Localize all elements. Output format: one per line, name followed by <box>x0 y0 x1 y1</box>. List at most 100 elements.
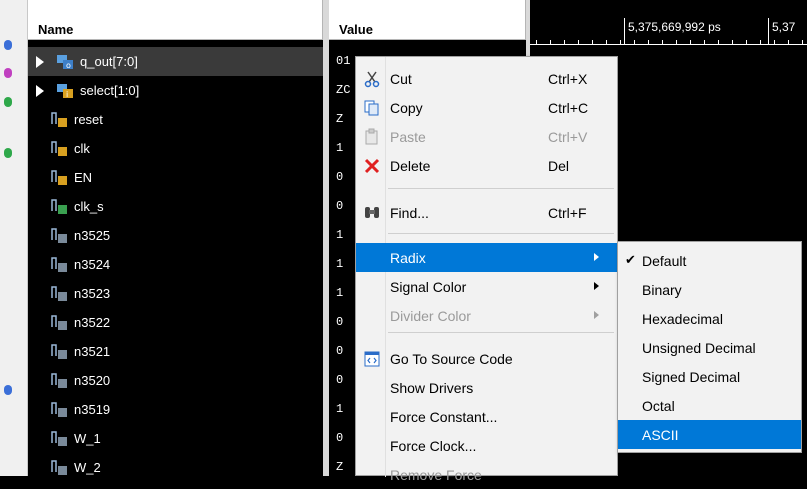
menu-item-copy[interactable]: Copy Ctrl+C <box>356 93 617 122</box>
signal-name: n3525 <box>74 228 111 243</box>
signal-row[interactable]: i select[1:0] <box>28 76 323 105</box>
ruler-major-tick <box>624 18 625 45</box>
signal-value: ZC <box>336 83 351 97</box>
menu-item-divider-color: Divider Color <box>356 301 617 330</box>
svg-text:o: o <box>66 61 71 70</box>
menu-item-label: Force Constant... <box>390 409 498 425</box>
name-header-label: Name <box>38 22 74 37</box>
value-column-header[interactable]: Value <box>329 0 526 40</box>
signal-value: Z <box>336 460 344 474</box>
menu-item-label: Remove Force <box>390 467 482 483</box>
menu-item-paste: Paste Ctrl+V <box>356 122 617 151</box>
signal-row[interactable]: W_2 <box>28 453 323 482</box>
signal-name: n3523 <box>74 286 111 301</box>
svg-text:i: i <box>66 90 68 99</box>
net-signal-icon <box>50 255 68 273</box>
delete-x-icon <box>363 157 381 175</box>
radix-option-label: Default <box>642 253 687 269</box>
menu-item-label: Find... <box>390 205 429 221</box>
signal-value: 1 <box>336 257 344 271</box>
signal-name: W_1 <box>74 431 101 446</box>
menu-item-label: Cut <box>390 71 412 87</box>
toolbar-blue-icon-2[interactable] <box>4 385 12 395</box>
net-signal-icon <box>50 313 68 331</box>
menu-item-show-drivers[interactable]: Show Drivers <box>356 373 617 402</box>
radix-option-label: Signed Decimal <box>642 369 741 385</box>
ruler-minor-tick <box>648 40 649 45</box>
toolbar-green-icon[interactable] <box>4 97 12 107</box>
bus-input-icon: i <box>56 81 74 99</box>
signal-value: 0 <box>336 315 344 329</box>
radix-option-binary[interactable]: Binary <box>618 275 801 304</box>
signal-row[interactable]: reset <box>28 105 323 134</box>
left-toolbar-strip <box>0 0 28 476</box>
signal-row[interactable]: n3523 <box>28 279 323 308</box>
signal-row[interactable]: clk <box>28 134 323 163</box>
ruler-minor-tick <box>662 40 663 45</box>
signal-name: reset <box>74 112 103 127</box>
menu-item-signal-color[interactable]: Signal Color <box>356 272 617 301</box>
checkmark-icon: ✔ <box>625 252 636 267</box>
menu-item-cut[interactable]: Cut Ctrl+X <box>356 64 617 93</box>
signal-name: clk <box>74 141 90 156</box>
radix-option-label: Binary <box>642 282 682 298</box>
name-column-header[interactable]: Name <box>28 0 323 40</box>
radix-option-signed-decimal[interactable]: Signed Decimal <box>618 362 801 391</box>
radix-submenu: ✔ Default Binary Hexadecimal Unsigned Decima… <box>617 241 802 453</box>
toolbar-green-icon-2[interactable] <box>4 148 12 158</box>
signal-row[interactable]: n3525 <box>28 221 323 250</box>
signal-name: n3520 <box>74 373 111 388</box>
signal-row[interactable]: o q_out[7:0] <box>28 47 323 76</box>
net-signal-icon <box>50 458 68 476</box>
menu-shortcut: Ctrl+C <box>548 100 589 116</box>
menu-item-radix[interactable]: Radix <box>356 243 617 272</box>
signal-row[interactable]: n3524 <box>28 250 323 279</box>
signal-row[interactable]: EN <box>28 163 323 192</box>
scissors-icon <box>363 70 381 88</box>
radix-option-octal[interactable]: Octal <box>618 391 801 420</box>
copy-icon <box>363 99 381 117</box>
menu-item-find[interactable]: Find... Ctrl+F <box>356 198 617 227</box>
menu-separator <box>388 188 614 189</box>
signal-row[interactable]: n3521 <box>28 337 323 366</box>
signal-value: 1 <box>336 141 344 155</box>
menu-item-delete[interactable]: Delete Del <box>356 151 617 180</box>
signal-value: 1 <box>336 286 344 300</box>
toolbar-blue-icon[interactable] <box>4 40 12 50</box>
net-signal-icon <box>50 429 68 447</box>
radix-option-unsigned-decimal[interactable]: Unsigned Decimal <box>618 333 801 362</box>
menu-item-label: Divider Color <box>390 308 471 324</box>
toolbar-magenta-icon[interactable] <box>4 68 12 78</box>
menu-item-force-constant[interactable]: Force Constant... <box>356 402 617 431</box>
radix-option-ascii[interactable]: ASCII <box>618 420 801 449</box>
signal-name: select[1:0] <box>80 83 140 98</box>
ruler-time-label-2: 5,37 <box>772 20 796 34</box>
submenu-arrow-icon <box>594 282 599 290</box>
ruler-minor-tick <box>774 40 775 45</box>
paste-icon <box>363 128 381 146</box>
menu-item-label: Delete <box>390 158 431 174</box>
menu-item-force-clock[interactable]: Force Clock... <box>356 431 617 460</box>
signal-name: n3524 <box>74 257 111 272</box>
menu-item-go-to-source-code[interactable]: Go To Source Code <box>356 344 617 373</box>
time-ruler <box>530 44 807 45</box>
signal-value: 1 <box>336 228 344 242</box>
radix-option-label: ASCII <box>642 427 679 443</box>
ruler-major-tick-2 <box>768 18 769 45</box>
expand-arrow-icon[interactable] <box>36 56 44 68</box>
signal-row[interactable]: n3519 <box>28 395 323 424</box>
signal-name: n3521 <box>74 344 111 359</box>
radix-option-hexadecimal[interactable]: Hexadecimal <box>618 304 801 333</box>
radix-option-default[interactable]: ✔ Default <box>618 246 801 275</box>
radix-option-label: Unsigned Decimal <box>642 340 756 356</box>
signal-row[interactable]: n3522 <box>28 308 323 337</box>
ruler-minor-tick <box>606 40 607 45</box>
expand-arrow-icon[interactable] <box>36 85 44 97</box>
internal-signal-icon <box>50 197 68 215</box>
signal-row[interactable]: W_1 <box>28 424 323 453</box>
context-menu: Cut Ctrl+X Copy Ctrl+C Paste Ctrl+V Delete Del F… <box>355 56 618 483</box>
signal-row[interactable]: clk_s <box>28 192 323 221</box>
signal-row[interactable]: n3520 <box>28 366 323 395</box>
signal-name: W_2 <box>74 460 101 475</box>
value-header-label: Value <box>339 22 373 37</box>
